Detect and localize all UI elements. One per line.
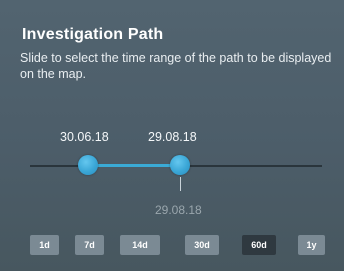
current-date-label: 29.08.18	[155, 203, 202, 217]
range-button-7d[interactable]: 7d	[75, 235, 104, 255]
investigation-path-panel: Investigation Path Slide to select the t…	[0, 0, 344, 271]
panel-description: Slide to select the time range of the pa…	[20, 51, 332, 81]
range-end-label: 29.08.18	[148, 130, 197, 144]
panel-title: Investigation Path	[22, 26, 164, 43]
range-end-handle[interactable]	[170, 155, 190, 175]
range-button-30d[interactable]: 30d	[185, 235, 219, 255]
range-button-1y[interactable]: 1y	[298, 235, 325, 255]
range-button-14d[interactable]: 14d	[120, 235, 160, 255]
range-start-handle[interactable]	[78, 155, 98, 175]
range-button-60d[interactable]: 60d	[242, 235, 276, 255]
current-date-marker	[180, 177, 181, 191]
time-slider-selected-range	[88, 164, 180, 167]
range-start-label: 30.06.18	[60, 130, 109, 144]
range-button-1d[interactable]: 1d	[30, 235, 59, 255]
